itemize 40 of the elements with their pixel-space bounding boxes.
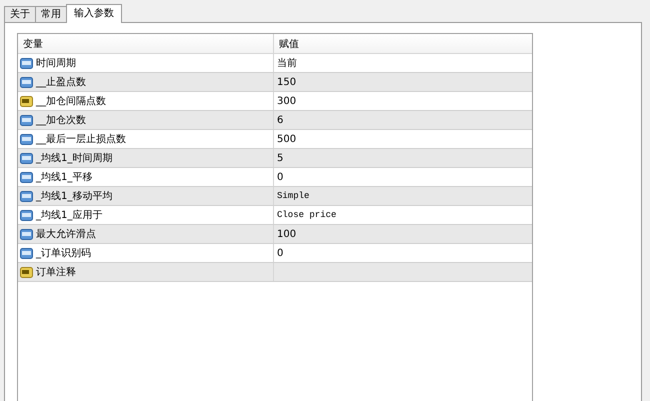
table-cell[interactable]: 150	[274, 73, 532, 91]
parameter-name: 时间周期	[36, 56, 76, 70]
number-type-icon	[20, 190, 33, 202]
parameter-name: _均线1_应用于	[36, 208, 102, 222]
parameter-name: __最后一层止损点数	[36, 132, 126, 146]
number-type-icon	[20, 58, 33, 68]
tab[interactable]: 输入参数	[66, 4, 122, 23]
column-header[interactable]: 变量	[18, 34, 274, 53]
number-type-icon	[20, 152, 33, 164]
number-type-icon	[20, 248, 33, 258]
parameter-name: __加仓次数	[36, 114, 86, 127]
parameter-name: 最大允许滑点	[36, 228, 96, 241]
number-type-icon	[20, 76, 33, 88]
tab[interactable]: 常用	[35, 6, 67, 22]
number-type-icon	[20, 228, 33, 240]
table-cell[interactable]: 100	[274, 225, 532, 243]
parameter-name: _均线1_时间周期	[36, 152, 112, 165]
text-type-icon	[20, 96, 33, 106]
table-cell[interactable]: Close price	[274, 206, 532, 224]
tab[interactable]: 关于	[4, 6, 36, 22]
text-type-icon	[20, 266, 33, 278]
number-type-icon	[20, 210, 33, 220]
parameter-name: 订单注释	[36, 266, 76, 279]
number-type-icon	[20, 134, 33, 144]
parameter-name: __止盈点数	[36, 76, 86, 89]
parameter-name: _均线1_平移	[36, 170, 92, 184]
table-cell[interactable]: 6	[274, 111, 532, 129]
number-type-icon	[20, 172, 33, 182]
number-type-icon	[20, 114, 33, 126]
parameter-name: _订单识别码	[36, 246, 91, 260]
table-cell[interactable]: 0	[274, 244, 532, 262]
parameter-name: _均线1_移动平均	[36, 190, 112, 203]
column-header[interactable]: 赋值	[274, 34, 532, 53]
table-cell[interactable]: 当前	[274, 54, 532, 72]
table-cell[interactable]: 0	[274, 168, 532, 186]
parameter-name: __加仓间隔点数	[36, 94, 106, 108]
table-cell[interactable]: Simple	[274, 187, 532, 205]
table-cell[interactable]: 500	[274, 130, 532, 148]
table-cell[interactable]: 5	[274, 149, 532, 167]
table-cell[interactable]: 300	[274, 92, 532, 110]
